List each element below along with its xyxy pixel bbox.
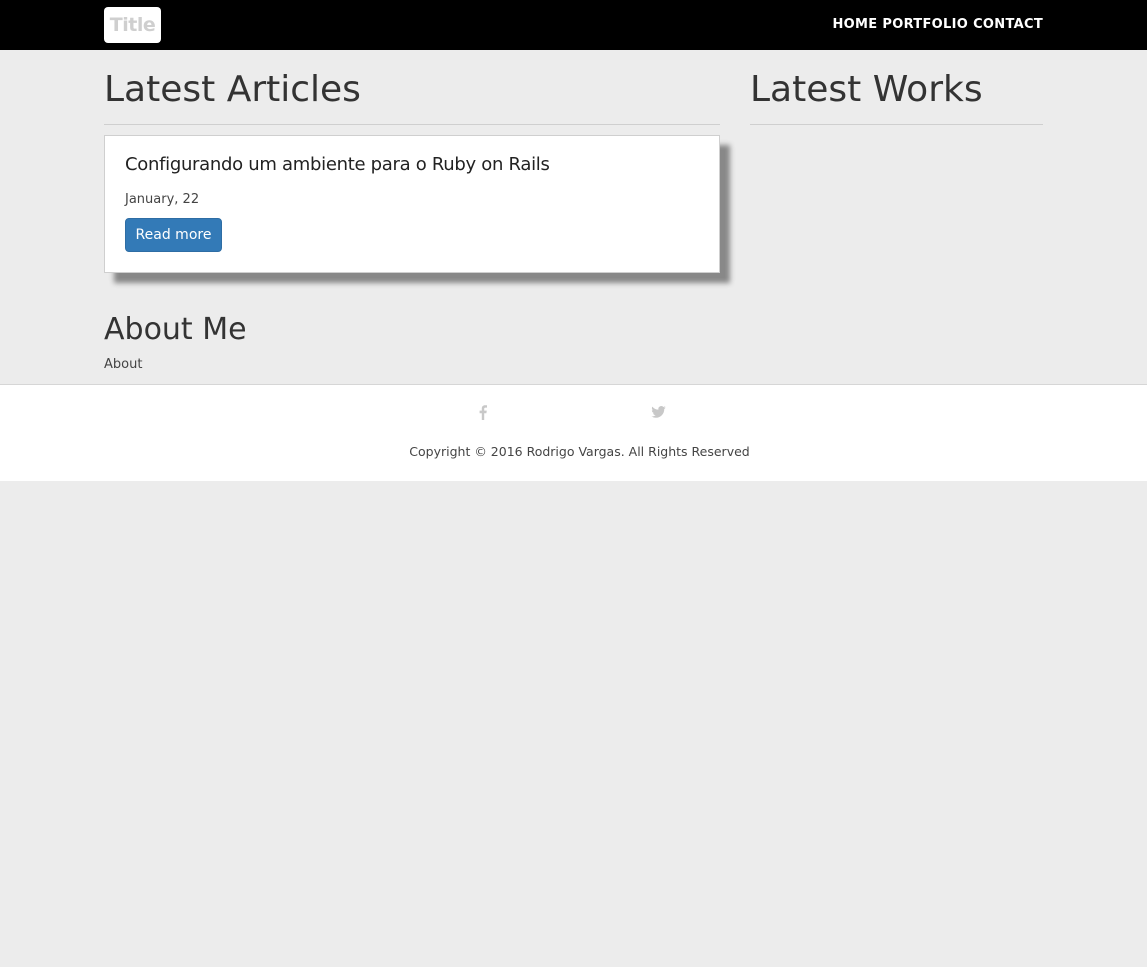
article-title[interactable]: Configurando um ambiente para o Ruby on … [125, 154, 550, 175]
read-more-button[interactable]: Read more [125, 218, 222, 252]
latest-articles-divider [104, 124, 720, 125]
latest-articles-heading: Latest Articles [104, 69, 361, 110]
footer: Copyright © 2016 Rodrigo Vargas. All Rig… [0, 384, 1147, 481]
nav-link-home[interactable]: HOME [832, 17, 877, 33]
latest-works-divider [750, 124, 1043, 125]
latest-works-heading: Latest Works [750, 69, 983, 110]
brand-logo-link[interactable]: Title [104, 7, 161, 43]
navbar: Title HOME PORTFOLIO CONTACT [0, 0, 1147, 50]
about-me-heading: About Me [104, 312, 247, 347]
nav-links: HOME PORTFOLIO CONTACT [832, 17, 1043, 33]
nav-link-contact[interactable]: CONTACT [973, 17, 1043, 33]
nav-link-portfolio[interactable]: PORTFOLIO [882, 17, 968, 33]
about-text: About [104, 357, 143, 372]
facebook-icon[interactable] [475, 404, 491, 420]
twitter-icon[interactable] [650, 404, 666, 420]
copyright-text: Copyright © 2016 Rodrigo Vargas. All Rig… [409, 444, 750, 459]
article-card: Configurando um ambiente para o Ruby on … [104, 135, 720, 273]
article-date: January, 22 [125, 192, 200, 207]
